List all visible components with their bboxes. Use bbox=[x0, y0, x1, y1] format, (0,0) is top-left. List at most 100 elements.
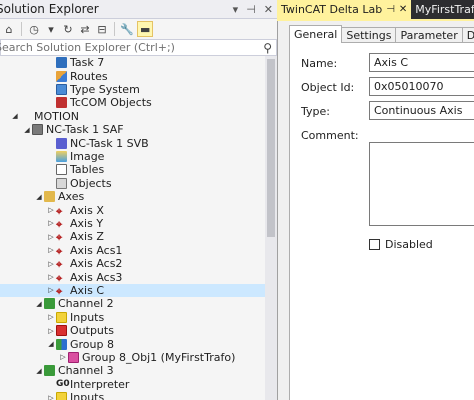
comment-textarea[interactable] bbox=[369, 142, 474, 226]
tree-item[interactable]: ◢ Group 8 bbox=[0, 337, 265, 351]
expand-arrow-icon[interactable]: ▷ bbox=[46, 313, 56, 321]
search-icon[interactable]: ⚲ bbox=[263, 41, 272, 55]
scrollbar-thumb[interactable] bbox=[267, 59, 275, 237]
preview-toggle-icon[interactable]: ▬ bbox=[137, 21, 154, 37]
tab-parameter[interactable]: Parameter bbox=[395, 27, 463, 43]
tree-item-label: Group 8 bbox=[70, 337, 114, 351]
solution-explorer-search[interactable]: Search Solution Explorer (Ctrl+;) ⚲ bbox=[0, 39, 277, 56]
object-id-field[interactable]: 0x05010070 bbox=[369, 77, 474, 96]
close-tab-icon[interactable]: ✕ bbox=[399, 4, 407, 15]
collapse-arrow-icon[interactable]: ◢ bbox=[10, 112, 20, 120]
channel-icon bbox=[44, 365, 55, 377]
tree-item[interactable]: ◢ Channel 2 bbox=[0, 297, 265, 310]
tree-item-label: Axis Acs2 bbox=[70, 257, 123, 271]
inputs-icon bbox=[56, 392, 67, 400]
tree-item[interactable]: ▷ Group 8_Obj1 (MyFirstTrafo) bbox=[0, 351, 265, 364]
tree-item-label: Inputs bbox=[70, 391, 105, 400]
search-input[interactable]: Search Solution Explorer (Ctrl+;) bbox=[0, 41, 175, 54]
tree-item-label: Routes bbox=[70, 69, 108, 83]
close-icon[interactable]: ✕ bbox=[264, 3, 273, 16]
auto-hide-pin-icon[interactable]: ⊣ bbox=[246, 3, 256, 16]
expand-arrow-icon[interactable]: ▷ bbox=[46, 233, 56, 241]
expand-arrow-icon[interactable]: ▷ bbox=[46, 394, 56, 400]
properties-wrench-icon[interactable]: 🔧 bbox=[120, 21, 134, 37]
outputs-icon bbox=[56, 325, 67, 337]
tree-item[interactable]: ▷ ⌖ Axis X bbox=[0, 203, 265, 218]
sync-icon[interactable]: ⇄ bbox=[78, 21, 92, 37]
tab-label: MyFirstTrafo.cpp bbox=[415, 3, 474, 16]
expand-arrow-icon[interactable]: ▷ bbox=[58, 353, 68, 361]
home-icon[interactable]: ⌂ bbox=[2, 21, 16, 37]
tree-item[interactable]: ▷ ⌖ Axis Acs3 bbox=[0, 270, 265, 285]
type-system-icon bbox=[56, 83, 67, 95]
document-tab-strip: TwinCAT Delta Lab ⊣ ✕ MyFirstTrafo.cpp bbox=[277, 0, 474, 19]
expand-arrow-icon[interactable]: ▷ bbox=[46, 246, 56, 254]
expand-arrow-icon[interactable]: ▷ bbox=[46, 286, 56, 294]
tab-general[interactable]: General bbox=[289, 25, 343, 43]
group-icon bbox=[56, 338, 67, 350]
tab-twincat-delta-lab[interactable]: TwinCAT Delta Lab ⊣ ✕ bbox=[277, 0, 412, 19]
object-id-label: Object Id: bbox=[301, 81, 355, 94]
tree-item-label: Tables bbox=[70, 163, 105, 177]
collapse-arrow-icon[interactable]: ◢ bbox=[22, 126, 32, 134]
refresh-icon[interactable]: ↻ bbox=[61, 21, 75, 37]
tree-item[interactable]: G0 Interpreter bbox=[0, 378, 265, 391]
tab-settings[interactable]: Settings bbox=[341, 27, 397, 43]
tree-item[interactable]: ◢ Axes bbox=[0, 190, 265, 203]
collapse-all-icon[interactable]: ⊟ bbox=[95, 21, 109, 37]
tree-item[interactable]: Tables bbox=[0, 163, 265, 176]
expand-arrow-icon[interactable]: ▷ bbox=[46, 327, 56, 335]
collapse-arrow-icon[interactable]: ◢ bbox=[34, 300, 44, 308]
tree-item[interactable]: ▷ ⌖ Axis Acs1 bbox=[0, 244, 265, 258]
expand-arrow-icon[interactable]: ▷ bbox=[46, 260, 56, 268]
pin-icon[interactable]: ⊣ bbox=[386, 4, 395, 15]
axes-folder-icon bbox=[44, 191, 55, 203]
tree-item[interactable]: ◢ NC-Task 1 SAF bbox=[0, 123, 265, 136]
disabled-checkbox-row[interactable]: Disabled bbox=[369, 238, 433, 251]
tree-item[interactable]: Type System bbox=[0, 83, 265, 96]
axis-icon: ⌖ bbox=[56, 244, 63, 258]
tree-item[interactable]: ▷ Inputs bbox=[0, 311, 265, 324]
disabled-checkbox[interactable] bbox=[369, 239, 380, 250]
tree-item[interactable]: ▷ ⌖ Axis C bbox=[0, 283, 265, 298]
tree-item-label: Outputs bbox=[70, 324, 114, 338]
toolbar-divider bbox=[21, 22, 22, 36]
tree-item[interactable]: Routes bbox=[0, 69, 265, 83]
tree-item-label: Interpreter bbox=[70, 377, 130, 391]
axis-icon: ⌖ bbox=[56, 271, 63, 285]
type-field[interactable]: Continuous Axis bbox=[369, 101, 474, 120]
tree-item[interactable]: ◢ Channel 3 bbox=[0, 364, 265, 377]
general-tab-page: Name: Axis C Object Id: 0x05010070 Type:… bbox=[289, 42, 474, 400]
tree-item[interactable]: Objects bbox=[0, 177, 265, 190]
tree-item-label: Axis Acs3 bbox=[70, 270, 123, 284]
tree-item[interactable]: ◢ MOTION bbox=[0, 110, 265, 123]
tree-item-label: TcCOM Objects bbox=[70, 96, 152, 110]
tree-item-label: Axis X bbox=[70, 203, 104, 217]
tree-item[interactable]: Image bbox=[0, 150, 265, 163]
tree-item[interactable]: ▷ ⌖ Axis Acs2 bbox=[0, 257, 265, 271]
channel-icon bbox=[44, 298, 55, 310]
tree-item-label: Channel 2 bbox=[58, 297, 114, 311]
window-position-dropdown-icon[interactable]: ▾ bbox=[233, 3, 239, 16]
tree-item[interactable]: ▷ ⌖ Axis Y bbox=[0, 217, 265, 231]
tree-item[interactable]: Task 7 bbox=[0, 56, 265, 69]
vertical-scrollbar[interactable] bbox=[265, 56, 277, 400]
collapse-arrow-icon[interactable]: ◢ bbox=[34, 193, 44, 201]
back-icon[interactable]: ◷ bbox=[27, 21, 41, 37]
collapse-arrow-icon[interactable]: ◢ bbox=[34, 367, 44, 375]
tree-item[interactable]: ▷ Inputs bbox=[0, 391, 265, 400]
tree-item[interactable]: TcCOM Objects bbox=[0, 96, 265, 109]
expand-arrow-icon[interactable]: ▷ bbox=[46, 219, 56, 227]
image-icon bbox=[56, 150, 67, 162]
history-dropdown-icon[interactable]: ▾ bbox=[44, 21, 58, 37]
expand-arrow-icon[interactable]: ▷ bbox=[46, 206, 56, 214]
solution-tree: Task 7 Routes Type System TcCOM Objects ◢ MOT… bbox=[0, 56, 265, 400]
name-field[interactable]: Axis C bbox=[369, 53, 474, 72]
tree-item[interactable]: NC-Task 1 SVB bbox=[0, 136, 265, 150]
expand-arrow-icon[interactable]: ▷ bbox=[46, 273, 56, 281]
tab-myfirsttrafo-cpp[interactable]: MyFirstTrafo.cpp bbox=[411, 0, 474, 19]
tree-item[interactable]: ▷ ⌖ Axis Z bbox=[0, 230, 265, 244]
tab-dynamics[interactable]: Dynamics bbox=[461, 27, 474, 43]
tree-item[interactable]: ▷ Outputs bbox=[0, 324, 265, 337]
collapse-arrow-icon[interactable]: ◢ bbox=[46, 340, 56, 348]
